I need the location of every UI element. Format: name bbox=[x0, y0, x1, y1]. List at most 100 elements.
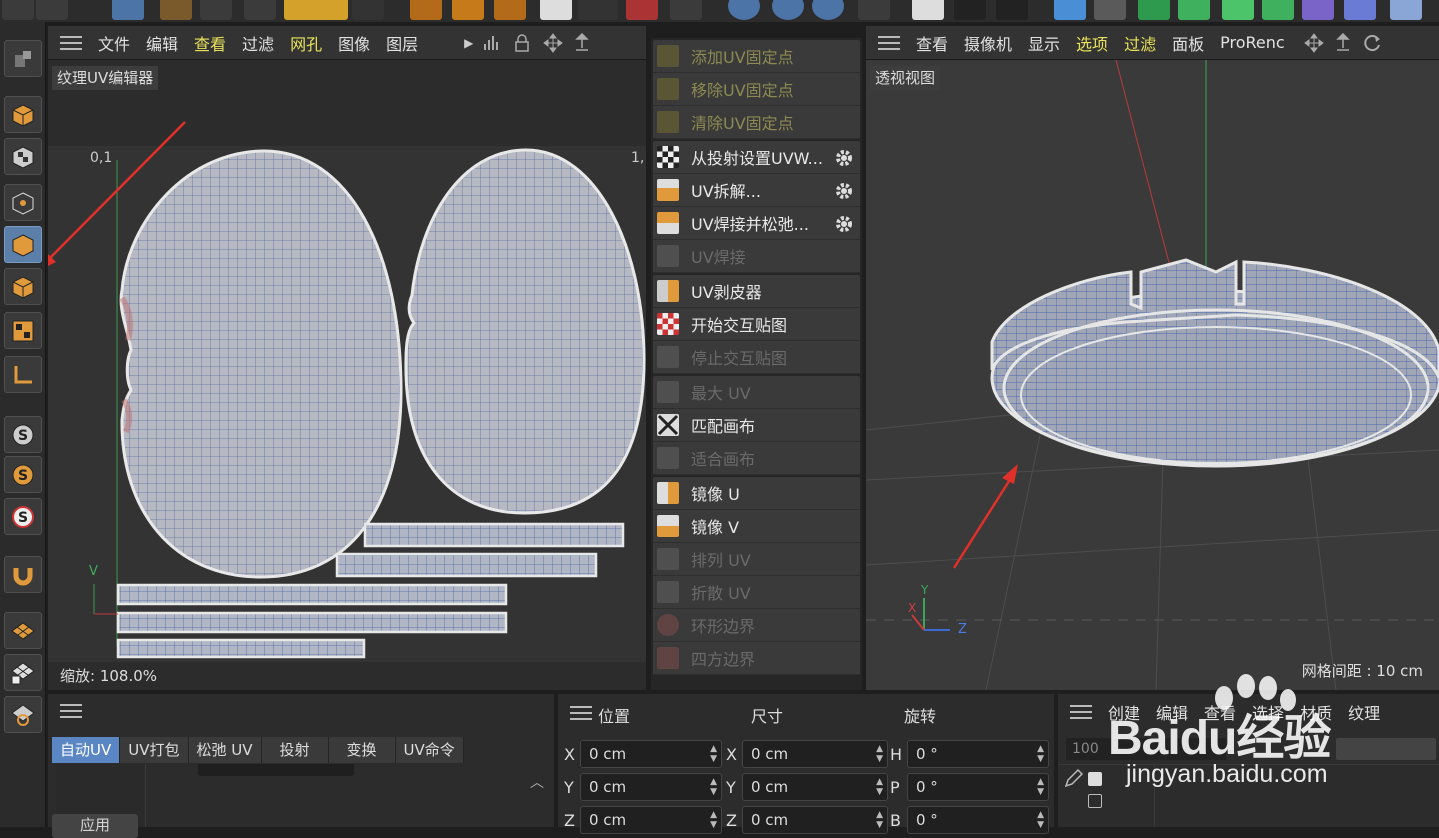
y-axis-icon[interactable] bbox=[772, 0, 804, 20]
gear-icon[interactable] bbox=[834, 214, 854, 234]
render-view-icon[interactable] bbox=[912, 0, 944, 20]
workplane-icon[interactable] bbox=[4, 612, 42, 649]
redo-icon[interactable] bbox=[36, 0, 68, 20]
stepper-icon[interactable]: ▲ ▼ bbox=[1037, 777, 1044, 797]
floor-icon[interactable] bbox=[1390, 0, 1422, 20]
uv-island-large[interactable] bbox=[119, 149, 403, 579]
orbit-icon[interactable] bbox=[1362, 33, 1382, 53]
uv-island-medium[interactable] bbox=[404, 148, 646, 515]
stepper-icon[interactable]: ▲ ▼ bbox=[876, 810, 883, 830]
vp-menu-camera[interactable]: 摄像机 bbox=[956, 31, 1020, 55]
model-mode-icon[interactable] bbox=[4, 96, 42, 133]
mat-menu-material[interactable]: 材质 bbox=[1292, 700, 1340, 724]
lock-icon[interactable] bbox=[513, 33, 531, 53]
size-x-field[interactable]: 0 cm ▲ ▼ bbox=[742, 740, 888, 768]
move-icon[interactable] bbox=[160, 0, 192, 20]
material-slider[interactable] bbox=[1336, 738, 1436, 760]
checker-icon[interactable] bbox=[540, 0, 572, 20]
film-icon[interactable] bbox=[578, 0, 618, 20]
mat-menu-view[interactable]: 查看 bbox=[1196, 700, 1244, 724]
fit-canvas-item[interactable]: 匹配画布 bbox=[653, 409, 860, 442]
subdivision-icon[interactable] bbox=[1178, 0, 1210, 20]
uv-strip-1[interactable] bbox=[363, 522, 625, 548]
uv-strip-5[interactable] bbox=[116, 638, 366, 659]
tool-settings-icon[interactable] bbox=[284, 0, 348, 20]
uv-menu-edit[interactable]: 编辑 bbox=[138, 31, 186, 55]
uv-menu-image[interactable]: 图像 bbox=[330, 31, 378, 55]
dish-model[interactable] bbox=[990, 258, 1439, 468]
material-checkbox-2[interactable] bbox=[1088, 794, 1102, 808]
uv-menu-file[interactable]: 文件 bbox=[90, 31, 138, 55]
uv-strip-4[interactable] bbox=[116, 611, 508, 634]
cursor-icon[interactable] bbox=[670, 0, 702, 20]
menu-icon[interactable] bbox=[1070, 705, 1092, 719]
pos-y-field[interactable]: 0 cm ▲ ▼ bbox=[580, 773, 722, 801]
x-axis-icon[interactable] bbox=[728, 0, 760, 20]
tab-relax-uv[interactable]: 松弛 UV bbox=[188, 737, 262, 763]
stepper-icon[interactable]: ▲ ▼ bbox=[710, 810, 717, 830]
pencil-icon[interactable] bbox=[1062, 768, 1084, 790]
stepper-icon[interactable]: ▲ ▼ bbox=[876, 744, 883, 764]
uv-strip-3[interactable] bbox=[116, 583, 508, 606]
tab-projection[interactable]: 投射 bbox=[261, 737, 329, 763]
pos-z-field[interactable]: 0 cm ▲ ▼ bbox=[580, 806, 722, 834]
uv-weld-item[interactable]: UV焊接 bbox=[653, 240, 860, 273]
rot-h-field[interactable]: 0 ° ▲ ▼ bbox=[907, 740, 1049, 768]
fit-to-canvas-item[interactable]: 适合画布 bbox=[653, 442, 860, 475]
ring-border-item[interactable]: 环形边界 bbox=[653, 609, 860, 642]
stepper-icon[interactable]: ▲ ▼ bbox=[710, 777, 717, 797]
clear-uv-pin-item[interactable]: 清除UV固定点 bbox=[653, 106, 860, 139]
vp-menu-prorender[interactable]: ProRenc bbox=[1212, 33, 1284, 52]
mat-menu-create[interactable]: 创建 bbox=[1100, 700, 1148, 724]
make-editable-icon[interactable] bbox=[4, 40, 42, 77]
snap-s-orange-icon[interactable]: S bbox=[4, 456, 42, 493]
uv-canvas[interactable] bbox=[48, 60, 646, 690]
tab-auto-uv[interactable]: 自动UV bbox=[52, 737, 121, 763]
uv-weld-relax-item[interactable]: UV焊接并松弛... bbox=[653, 207, 860, 240]
collapse-chevron-icon[interactable]: ︿ bbox=[530, 772, 544, 792]
snap-s-icon[interactable]: S bbox=[4, 416, 42, 453]
mirror-v-item[interactable]: 镜像 V bbox=[653, 510, 860, 543]
mat-menu-texture[interactable]: 纹理 bbox=[1340, 700, 1388, 724]
render-play-icon[interactable] bbox=[954, 0, 986, 20]
apply-button[interactable]: 应用 bbox=[52, 814, 138, 838]
cloner-icon[interactable] bbox=[1262, 0, 1294, 20]
pos-x-field[interactable]: 0 cm ▲ ▼ bbox=[580, 740, 722, 768]
vp-menu-options[interactable]: 选项 bbox=[1068, 31, 1116, 55]
zoom-icon[interactable] bbox=[573, 32, 591, 53]
gear-icon[interactable] bbox=[834, 181, 854, 201]
menu-icon[interactable] bbox=[60, 35, 82, 50]
material-zoom-field[interactable]: 100 bbox=[1066, 738, 1226, 760]
remove-uv-pin-item[interactable]: 移除UV固定点 bbox=[653, 73, 860, 106]
uv-unwrap-item[interactable]: UV拆解... bbox=[653, 174, 860, 207]
size-y-field[interactable]: 0 cm ▲ ▼ bbox=[742, 773, 888, 801]
stepper-icon[interactable]: ▲ ▼ bbox=[876, 777, 883, 797]
rotate-axis-icon[interactable] bbox=[494, 0, 526, 20]
more-arrow-icon[interactable]: ▶ bbox=[464, 36, 473, 50]
gear-icon[interactable] bbox=[834, 148, 854, 168]
tab-uv-commands[interactable]: UV命令 bbox=[395, 737, 464, 763]
point-mode-icon[interactable] bbox=[4, 184, 42, 221]
uv-strip-2[interactable] bbox=[335, 552, 598, 578]
render-settings-icon[interactable] bbox=[996, 0, 1028, 20]
stop-interactive-mapping-item[interactable]: 停止交互贴图 bbox=[653, 341, 860, 374]
array-icon[interactable] bbox=[1222, 0, 1254, 20]
axis-mode-icon[interactable] bbox=[4, 356, 42, 393]
tab-uv-pack[interactable]: UV打包 bbox=[120, 737, 189, 763]
add-uv-pin-item[interactable]: 添加UV固定点 bbox=[653, 40, 860, 73]
uv-polygon-mode-icon[interactable] bbox=[4, 268, 42, 305]
mat-menu-select[interactable]: 选择 bbox=[1244, 700, 1292, 724]
snap-icon[interactable] bbox=[352, 0, 384, 20]
mirror-u-item[interactable]: 镜像 U bbox=[653, 477, 860, 510]
vp-menu-view[interactable]: 查看 bbox=[908, 31, 956, 55]
start-interactive-mapping-item[interactable]: 开始交互贴图 bbox=[653, 308, 860, 341]
vp-menu-filter[interactable]: 过滤 bbox=[1116, 31, 1164, 55]
stepper-icon[interactable]: ▲ ▼ bbox=[1037, 810, 1044, 830]
arrange-uv-item[interactable]: 排列 UV bbox=[653, 543, 860, 576]
uv-layout-icon[interactable] bbox=[4, 312, 42, 349]
select-tool-icon[interactable] bbox=[112, 0, 144, 20]
uv-peeler-item[interactable]: UV剥皮器 bbox=[653, 275, 860, 308]
coordinate-icon[interactable] bbox=[858, 0, 890, 20]
pan-icon[interactable] bbox=[543, 32, 564, 53]
workplane-rotate-icon[interactable] bbox=[4, 696, 42, 733]
